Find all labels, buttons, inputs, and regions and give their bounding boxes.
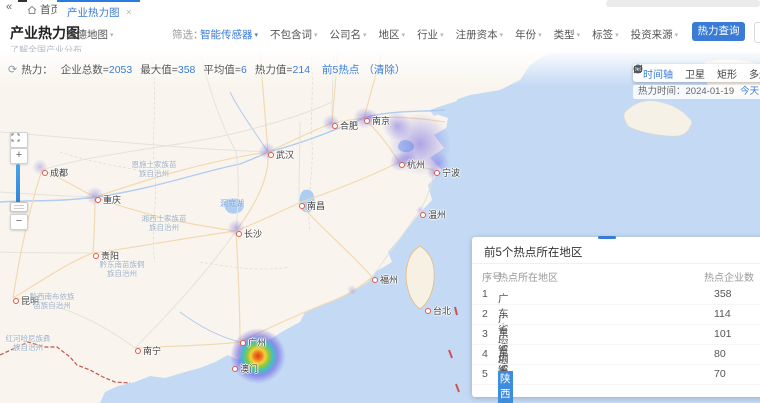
polygon-tool-button[interactable]: 多边形 <box>743 66 760 81</box>
filter-dropdown-6[interactable]: 年份▾ <box>515 27 542 42</box>
row-count: 101 <box>714 328 732 340</box>
clipped-button[interactable] <box>754 22 760 43</box>
filter-label: 筛选： <box>172 27 204 42</box>
filter-dropdown-2[interactable]: 公司名▾ <box>330 27 367 42</box>
row-index: 4 <box>482 348 488 360</box>
chevron-down-icon: ▾ <box>110 32 114 39</box>
row-index: 1 <box>482 288 488 300</box>
map-provider-select[interactable]: 高德地图▾ <box>66 27 114 42</box>
chevron-down-icon: ▾ <box>363 32 367 39</box>
filter-dropdown-1[interactable]: 不包含词▾ <box>270 27 318 42</box>
filter-dropdown-4[interactable]: 行业▾ <box>417 27 444 42</box>
row-count: 114 <box>714 308 731 320</box>
top-right-strip <box>606 0 760 7</box>
satellite-button[interactable]: 卫星 <box>679 66 711 81</box>
row-count: 70 <box>714 368 726 380</box>
clear-hotspots-link[interactable]: （清除） <box>363 62 405 77</box>
table-row[interactable]: 1广东省 深圳市 龙华区358 <box>472 285 760 305</box>
chevron-down-icon: ▾ <box>314 32 318 39</box>
table-row[interactable]: 4广东省 深圳市 宝安区80 <box>472 345 760 365</box>
tab-home[interactable]: 首页 <box>27 2 61 17</box>
rectangle-tool-button[interactable]: 矩形 <box>711 66 743 81</box>
chevron-down-icon: ▾ <box>402 32 406 39</box>
chevron-down-icon: ▾ <box>675 32 679 39</box>
window-mark <box>18 0 27 2</box>
panel-collapse-handle[interactable] <box>598 236 616 239</box>
table-row[interactable]: 5陕西省 西安市 雁塔区70 <box>472 365 760 385</box>
heat-query-button[interactable]: 热力查询 <box>692 22 745 41</box>
header-bar: 产业热力图 高德地图▾ 了解全国产业分布 筛选： 智能传感器▾不包含词▾公司名▾… <box>0 17 760 52</box>
row-count: 80 <box>714 348 726 360</box>
heat-time-label: 热力时间： <box>638 86 686 97</box>
home-icon <box>27 5 37 15</box>
map[interactable]: 成都重庆贵阳昆明南宁广州澳门长沙武汉南昌合肥南京杭州宁波温州福州台北恩施土家族苗… <box>0 52 760 403</box>
col-count: 热点企业数 <box>704 269 754 284</box>
zoom-out-button[interactable]: − <box>10 214 28 230</box>
selected-region-text: 陕西省 西安市 雁塔区 <box>498 371 513 403</box>
filter-dropdown-5[interactable]: 注册资本▾ <box>456 27 504 42</box>
heat-stats-bar: ⟳ 热力：企业总数=2053最大值=358平均值=6热力值=214 前5热点 （… <box>8 62 405 77</box>
filter-bar: 智能传感器▾ 不包含词▾ 公司名▾ 地区▾ 行业▾ 注册资本▾ 年份▾ 类型▾ 标签▾ 投资来源▾… <box>200 27 690 42</box>
col-region: 热点所在地区 <box>498 269 558 284</box>
filter-dropdown-7[interactable]: 类型▾ <box>554 27 581 42</box>
filter-dropdown-0[interactable]: 智能传感器▾ <box>200 27 258 42</box>
table-body: 1广东省 深圳市 龙华区3582广东省 深圳市 龙华区1143广东省 深圳市 宝… <box>472 285 760 385</box>
timeline-button[interactable]: 时间轴 <box>637 66 679 81</box>
collapse-sidebar-button[interactable]: « <box>6 1 12 13</box>
close-icon[interactable]: ✕ <box>126 8 133 17</box>
row-index: 3 <box>482 328 488 340</box>
table-row[interactable]: 3广东省 深圳市 宝安区101 <box>472 325 760 345</box>
chevron-down-icon: ▾ <box>255 32 259 39</box>
app-root: { "colors": {"accent": "#3a7bd5", "tab_a… <box>0 0 760 403</box>
stat-item: 企业总数=2053 <box>61 64 133 76</box>
stat-item: 最大值=358 <box>140 64 195 76</box>
today-link[interactable]: 今天 <box>740 86 759 97</box>
table-header: 序号 热点所在地区 热点企业数 <box>472 263 760 284</box>
polygon-icon <box>633 64 643 74</box>
zoom-slider-handle[interactable] <box>10 202 28 212</box>
top5-hotspots-link[interactable]: 前5热点 <box>322 62 359 77</box>
table-row[interactable]: 2广东省 深圳市 龙华区114 <box>472 305 760 325</box>
row-index: 2 <box>482 308 488 320</box>
filter-dropdown-3[interactable]: 地区▾ <box>379 27 406 42</box>
stat-item: 平均值=6 <box>203 64 246 76</box>
filter-dropdown-9[interactable]: 投资来源▾ <box>631 27 679 42</box>
tab-bar: « 首页 产业热力图 ✕ <box>0 0 760 18</box>
chevron-down-icon: ▾ <box>500 32 504 39</box>
chevron-down-icon: ▾ <box>615 32 619 39</box>
stat-item: 热力值=214 <box>255 64 310 76</box>
zoom-in-button[interactable]: + <box>10 148 28 164</box>
fullscreen-button[interactable] <box>10 132 28 148</box>
fullscreen-icon <box>11 133 20 142</box>
map-toolbar: 时间轴 卫星 矩形 多边形 <box>633 64 760 82</box>
filter-dropdown-8[interactable]: 标签▾ <box>592 27 619 42</box>
row-count: 358 <box>714 288 732 300</box>
refresh-icon[interactable]: ⟳ <box>8 63 17 76</box>
top5-hotspots-panel: 前5个热点所在地区 序号 热点所在地区 热点企业数 1广东省 深圳市 龙华区35… <box>472 237 760 397</box>
heat-time-chip: 热力时间：2024-01-19 今天 <box>633 85 760 99</box>
row-index: 5 <box>482 368 488 380</box>
panel-title: 前5个热点所在地区 <box>484 244 582 260</box>
chevron-down-icon: ▾ <box>538 32 542 39</box>
chevron-down-icon: ▾ <box>577 32 581 39</box>
heat-stats-text: 热力：企业总数=2053最大值=358平均值=6热力值=214 <box>21 62 310 77</box>
heat-time-value[interactable]: 2024-01-19 <box>686 86 735 97</box>
chevron-down-icon: ▾ <box>440 32 444 39</box>
